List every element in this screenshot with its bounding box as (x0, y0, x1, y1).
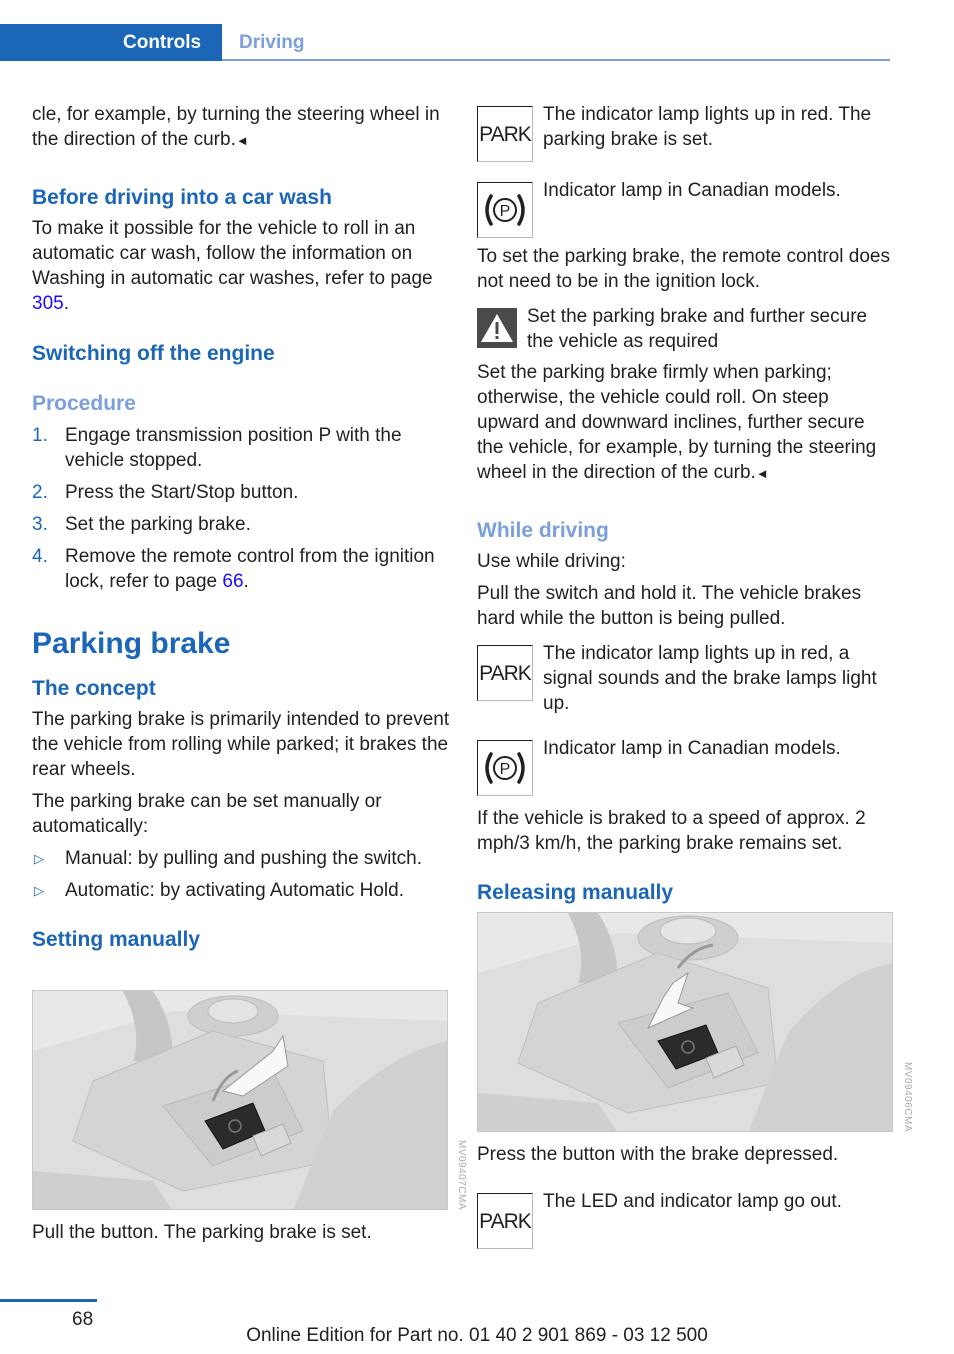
while-driving-text-2: Pull the switch and hold it. The vehicle… (477, 583, 862, 629)
figure-code: MV09406CMA (902, 1062, 913, 1133)
figure-releasing-parking-brake (477, 912, 893, 1132)
warning-text: Set the parking brake firmly when parkin… (477, 362, 877, 483)
parking-brake-p-icon: P (477, 182, 533, 238)
triangle-bullet-icon: ▷ (34, 851, 44, 866)
console-illustration (33, 991, 447, 1209)
figure-caption-setting: Pull the button. The parking brake is se… (32, 1222, 372, 1243)
concept-text-2: The parking brake can be set manually or… (32, 791, 382, 837)
procedure-step: 1. Engage transmission position P with th… (32, 425, 402, 471)
procedure-steps: 1. Engage transmission position P with th… (32, 423, 450, 594)
concept-bullets: ▷ Manual: by pulling and pushing the swit… (32, 846, 450, 903)
heading-switching-off-engine: Switching off the engine (32, 342, 275, 365)
figure-setting-parking-brake (32, 990, 448, 1210)
heading-while-driving: While driving (477, 519, 609, 542)
warning-title: Set the parking brake and further secure… (527, 306, 868, 352)
svg-text:P: P (500, 761, 511, 778)
heading-concept: The concept (32, 677, 156, 700)
console-illustration (478, 913, 892, 1131)
heading-procedure: Procedure (32, 392, 136, 415)
bullet-item: ▷ Automatic: by activating Automatic Hold… (34, 880, 404, 901)
heading-releasing-manually: Releasing manually (477, 881, 674, 904)
warning-icon (477, 308, 517, 348)
parking-brake-p-icon: P (477, 740, 533, 796)
footer-divider (0, 1299, 97, 1302)
header-divider (222, 59, 890, 61)
page-link-305[interactable]: 305 (32, 293, 64, 314)
warning-note: Set the parking brake and further secure… (477, 304, 893, 354)
edition-text: Online Edition for Part no. 01 40 2 901 … (246, 1325, 708, 1346)
remote-control-text: To set the parking brake, the remote con… (477, 246, 890, 292)
right-column: PARK The indicator lamp lights up in red… (477, 102, 893, 906)
end-mark-icon: ◄ (755, 466, 769, 481)
park-lamp-note: PARK The indicator lamp lights up in red… (477, 102, 893, 162)
car-wash-text: To make it possible for the vehicle to r… (32, 218, 433, 314)
intro-text: cle, for example, by turning the steerin… (32, 104, 440, 150)
end-mark-icon: ◄ (235, 133, 249, 148)
heading-setting-manually: Setting manually (32, 928, 201, 951)
bullet-item: ▷ Manual: by pulling and pushing the swit… (34, 848, 423, 869)
svg-text:P: P (500, 203, 511, 220)
concept-text-1: The parking brake is primarily intended … (32, 709, 450, 780)
triangle-bullet-icon: ▷ (34, 883, 44, 898)
park-lamp-note: PARK The LED and indicator lamp go out. (477, 1189, 893, 1249)
page-title-parking-brake: Parking brake (32, 627, 231, 660)
canada-lamp-note: P Indicator lamp in Canadian models. (477, 736, 893, 796)
header-section-controls[interactable]: Controls (123, 30, 201, 55)
canada-lamp-note: P Indicator lamp in Canadian models. (477, 178, 893, 238)
procedure-step: 2. Press the Start/Stop button. (32, 482, 299, 503)
figure-caption-releasing: Press the button with the brake depresse… (477, 1144, 839, 1165)
figure-code: MV09407CMA (456, 1140, 467, 1211)
speed-text: If the vehicle is braked to a speed of a… (477, 808, 866, 854)
while-driving-text-1: Use while driving: (477, 551, 626, 572)
procedure-step: 4. Remove the remote control from the ign… (32, 546, 435, 592)
left-column: cle, for example, by turning the steerin… (32, 102, 450, 953)
park-lamp-note: PARK The indicator lamp lights up in red… (477, 641, 893, 716)
park-indicator-icon: PARK (477, 645, 533, 701)
procedure-step: 3. Set the parking brake. (32, 514, 251, 535)
park-indicator-icon: PARK (477, 106, 533, 162)
park-indicator-icon: PARK (477, 1193, 533, 1249)
header-subsection-driving[interactable]: Driving (239, 30, 304, 55)
page-link-66[interactable]: 66 (222, 571, 243, 592)
heading-car-wash: Before driving into a car wash (32, 186, 332, 209)
